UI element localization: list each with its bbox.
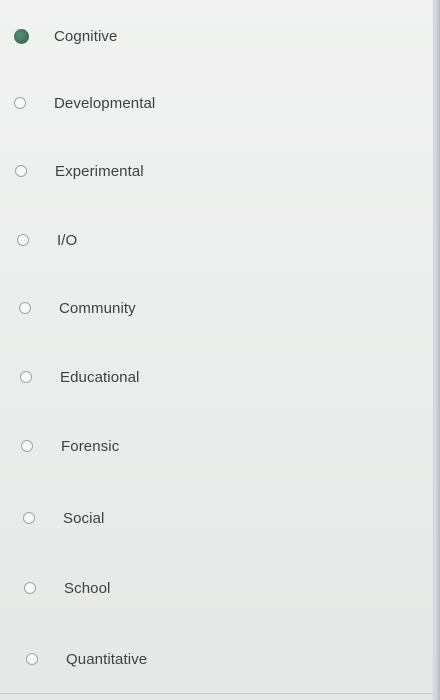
answer-options-panel: Cognitive Developmental Experimental I/O… [0,0,440,700]
option-label: Developmental [54,94,156,112]
option-community[interactable]: Community [19,290,136,326]
option-developmental[interactable]: Developmental [14,85,155,121]
option-label: Community [59,299,136,317]
radio-button[interactable] [23,512,35,524]
radio-button[interactable] [17,234,29,246]
panel-edge [433,0,440,700]
radio-button[interactable] [26,653,38,665]
option-school[interactable]: School [24,570,110,606]
option-label: Educational [60,368,140,386]
divider [0,693,434,694]
radio-button[interactable] [15,165,27,177]
option-social[interactable]: Social [23,500,104,536]
option-label: I/O [57,231,78,249]
option-quantitative[interactable]: Quantitative [26,641,147,677]
radio-button[interactable] [19,302,31,314]
option-io[interactable]: I/O [17,222,77,258]
option-experimental[interactable]: Experimental [15,153,144,189]
option-cognitive[interactable]: Cognitive [14,18,117,54]
radio-button[interactable] [20,371,32,383]
option-educational[interactable]: Educational [20,359,140,395]
option-label: Quantitative [66,650,148,668]
option-label: Experimental [55,162,144,180]
radio-button-selected[interactable] [14,28,29,44]
radio-button[interactable] [14,97,26,109]
option-label: School [64,579,111,597]
radio-button[interactable] [21,440,33,452]
option-forensic[interactable]: Forensic [21,428,119,464]
radio-button[interactable] [24,582,36,594]
option-label: Cognitive [54,27,118,45]
option-label: Social [63,509,105,527]
option-label: Forensic [61,437,120,455]
